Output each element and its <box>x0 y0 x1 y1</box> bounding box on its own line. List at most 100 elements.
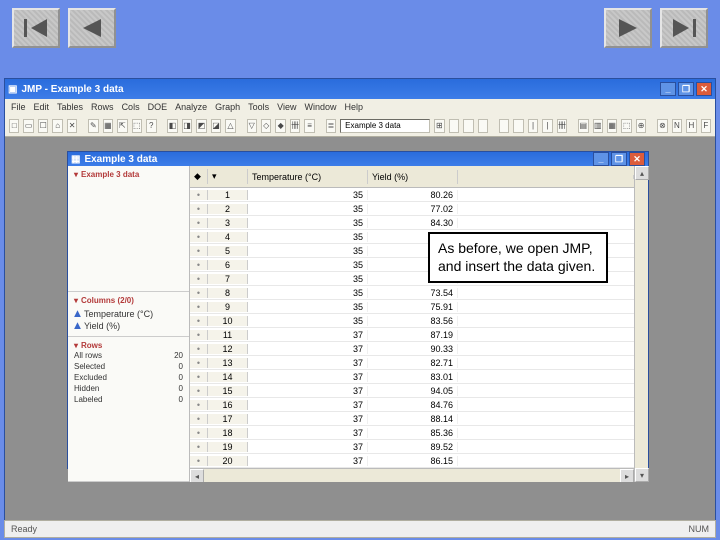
cell-yield[interactable]: 75.91 <box>368 302 458 312</box>
row-number[interactable]: 15 <box>208 386 248 396</box>
table-row[interactable]: •113787.19 <box>190 328 634 342</box>
cell-yield[interactable]: 90.33 <box>368 344 458 354</box>
table-row[interactable]: •133782.71 <box>190 356 634 370</box>
row-number[interactable]: 5 <box>208 246 248 256</box>
row-marker[interactable]: • <box>190 288 208 298</box>
toolbar-button-22[interactable] <box>449 119 459 133</box>
menu-view[interactable]: View <box>277 102 296 112</box>
table-row[interactable]: •173788.14 <box>190 412 634 426</box>
cell-yield[interactable]: 85.36 <box>368 428 458 438</box>
toolbar-button-6[interactable]: ▦ <box>103 119 113 133</box>
row-number[interactable]: 2 <box>208 204 248 214</box>
toolbar-button-17[interactable]: ◆ <box>275 119 285 133</box>
toolbar-button-26[interactable] <box>513 119 523 133</box>
toolbar-button-15[interactable]: ▽ <box>247 119 257 133</box>
cell-temp[interactable]: 37 <box>248 400 368 410</box>
cell-temp[interactable]: 37 <box>248 414 368 424</box>
toolbar-dataset-name[interactable]: Example 3 data <box>340 119 430 133</box>
table-row[interactable]: •163784.76 <box>190 398 634 412</box>
cell-temp[interactable]: 35 <box>248 260 368 270</box>
cell-temp[interactable]: 35 <box>248 274 368 284</box>
toolbar-button-18[interactable]: 卌 <box>290 119 300 133</box>
toolbar-button-19[interactable]: ≡ <box>304 119 314 133</box>
row-marker[interactable]: • <box>190 274 208 284</box>
minimize-button[interactable]: _ <box>660 82 676 96</box>
cell-yield[interactable]: 86.15 <box>368 456 458 466</box>
cell-yield[interactable]: 87.19 <box>368 330 458 340</box>
toolbar-button-35[interactable]: ⊗ <box>657 119 667 133</box>
row-number[interactable]: 8 <box>208 288 248 298</box>
row-marker[interactable]: • <box>190 316 208 326</box>
toolbar-button-14[interactable]: △ <box>225 119 235 133</box>
row-number[interactable]: 14 <box>208 372 248 382</box>
row-marker[interactable]: • <box>190 204 208 214</box>
table-row[interactable]: •23577.02 <box>190 202 634 216</box>
table-row[interactable]: •153794.05 <box>190 384 634 398</box>
table-row[interactable]: •203786.15 <box>190 454 634 468</box>
row-marker[interactable]: • <box>190 344 208 354</box>
toolbar-button-38[interactable]: F <box>701 119 711 133</box>
menu-doe[interactable]: DOE <box>148 102 168 112</box>
row-number[interactable]: 19 <box>208 442 248 452</box>
table-row[interactable]: •193789.52 <box>190 440 634 454</box>
row-marker[interactable]: • <box>190 218 208 228</box>
cell-temp[interactable]: 35 <box>248 218 368 228</box>
corner-cell[interactable]: ◆ <box>190 169 208 184</box>
toolbar-button-25[interactable] <box>499 119 509 133</box>
toolbar-button-36[interactable]: N <box>672 119 682 133</box>
row-marker[interactable]: • <box>190 414 208 424</box>
toolbar-button-13[interactable]: ◪ <box>211 119 221 133</box>
cell-yield[interactable]: 73.54 <box>368 288 458 298</box>
table-row[interactable]: •103583.56 <box>190 314 634 328</box>
toolbar-button-5[interactable]: ✎ <box>88 119 98 133</box>
toolbar-button-20[interactable]: ≣ <box>326 119 336 133</box>
row-marker[interactable]: • <box>190 442 208 452</box>
row-marker[interactable]: • <box>190 246 208 256</box>
row-marker[interactable]: • <box>190 358 208 368</box>
cell-temp[interactable]: 37 <box>248 428 368 438</box>
table-row[interactable]: •33584.30 <box>190 216 634 230</box>
toolbar-button-27[interactable]: | <box>528 119 538 133</box>
toolbar-button-37[interactable]: H <box>686 119 696 133</box>
table-row[interactable]: •123790.33 <box>190 342 634 356</box>
rownum-header[interactable]: ▾ <box>208 169 248 184</box>
scroll-down-icon[interactable]: ▾ <box>635 468 649 482</box>
table-row[interactable]: •93575.91 <box>190 300 634 314</box>
row-number[interactable]: 17 <box>208 414 248 424</box>
row-marker[interactable]: • <box>190 386 208 396</box>
toolbar-button-23[interactable] <box>463 119 473 133</box>
table-row[interactable]: •183785.36 <box>190 426 634 440</box>
toolbar-button-4[interactable]: ✕ <box>67 119 77 133</box>
cell-temp[interactable]: 35 <box>248 246 368 256</box>
cell-yield[interactable]: 94.05 <box>368 386 458 396</box>
toolbar-button-2[interactable]: ☐ <box>38 119 48 133</box>
toolbar-button-33[interactable]: ⬚ <box>621 119 631 133</box>
row-marker[interactable]: • <box>190 372 208 382</box>
scrollbar-horizontal[interactable]: ◂ ▸ <box>190 468 634 482</box>
toolbar-button-8[interactable]: ⬚ <box>132 119 142 133</box>
cell-temp[interactable]: 35 <box>248 204 368 214</box>
cell-temp[interactable]: 35 <box>248 316 368 326</box>
slide-prev-button[interactable] <box>68 8 116 48</box>
cell-temp[interactable]: 37 <box>248 456 368 466</box>
toolbar-button-12[interactable]: ◩ <box>196 119 206 133</box>
row-marker[interactable]: • <box>190 400 208 410</box>
menu-window[interactable]: Window <box>305 102 337 112</box>
toolbar-button-32[interactable]: ▦ <box>607 119 617 133</box>
cell-temp[interactable]: 35 <box>248 232 368 242</box>
cell-yield[interactable]: 88.14 <box>368 414 458 424</box>
row-number[interactable]: 12 <box>208 344 248 354</box>
toolbar-button-28[interactable]: | <box>542 119 552 133</box>
row-marker[interactable]: • <box>190 330 208 340</box>
menu-cols[interactable]: Cols <box>122 102 140 112</box>
cell-yield[interactable]: 83.56 <box>368 316 458 326</box>
slide-next-button[interactable] <box>604 8 652 48</box>
row-marker[interactable]: • <box>190 260 208 270</box>
cell-yield[interactable]: 77.02 <box>368 204 458 214</box>
row-number[interactable]: 1 <box>208 190 248 200</box>
rows-panel[interactable]: Rows All rows20Selected0Excluded0Hidden0… <box>68 337 189 482</box>
scroll-left-icon[interactable]: ◂ <box>190 469 204 482</box>
toolbar-button-11[interactable]: ◨ <box>182 119 192 133</box>
scrollbar-vertical[interactable]: ▴ ▾ <box>634 166 648 482</box>
cell-temp[interactable]: 37 <box>248 442 368 452</box>
